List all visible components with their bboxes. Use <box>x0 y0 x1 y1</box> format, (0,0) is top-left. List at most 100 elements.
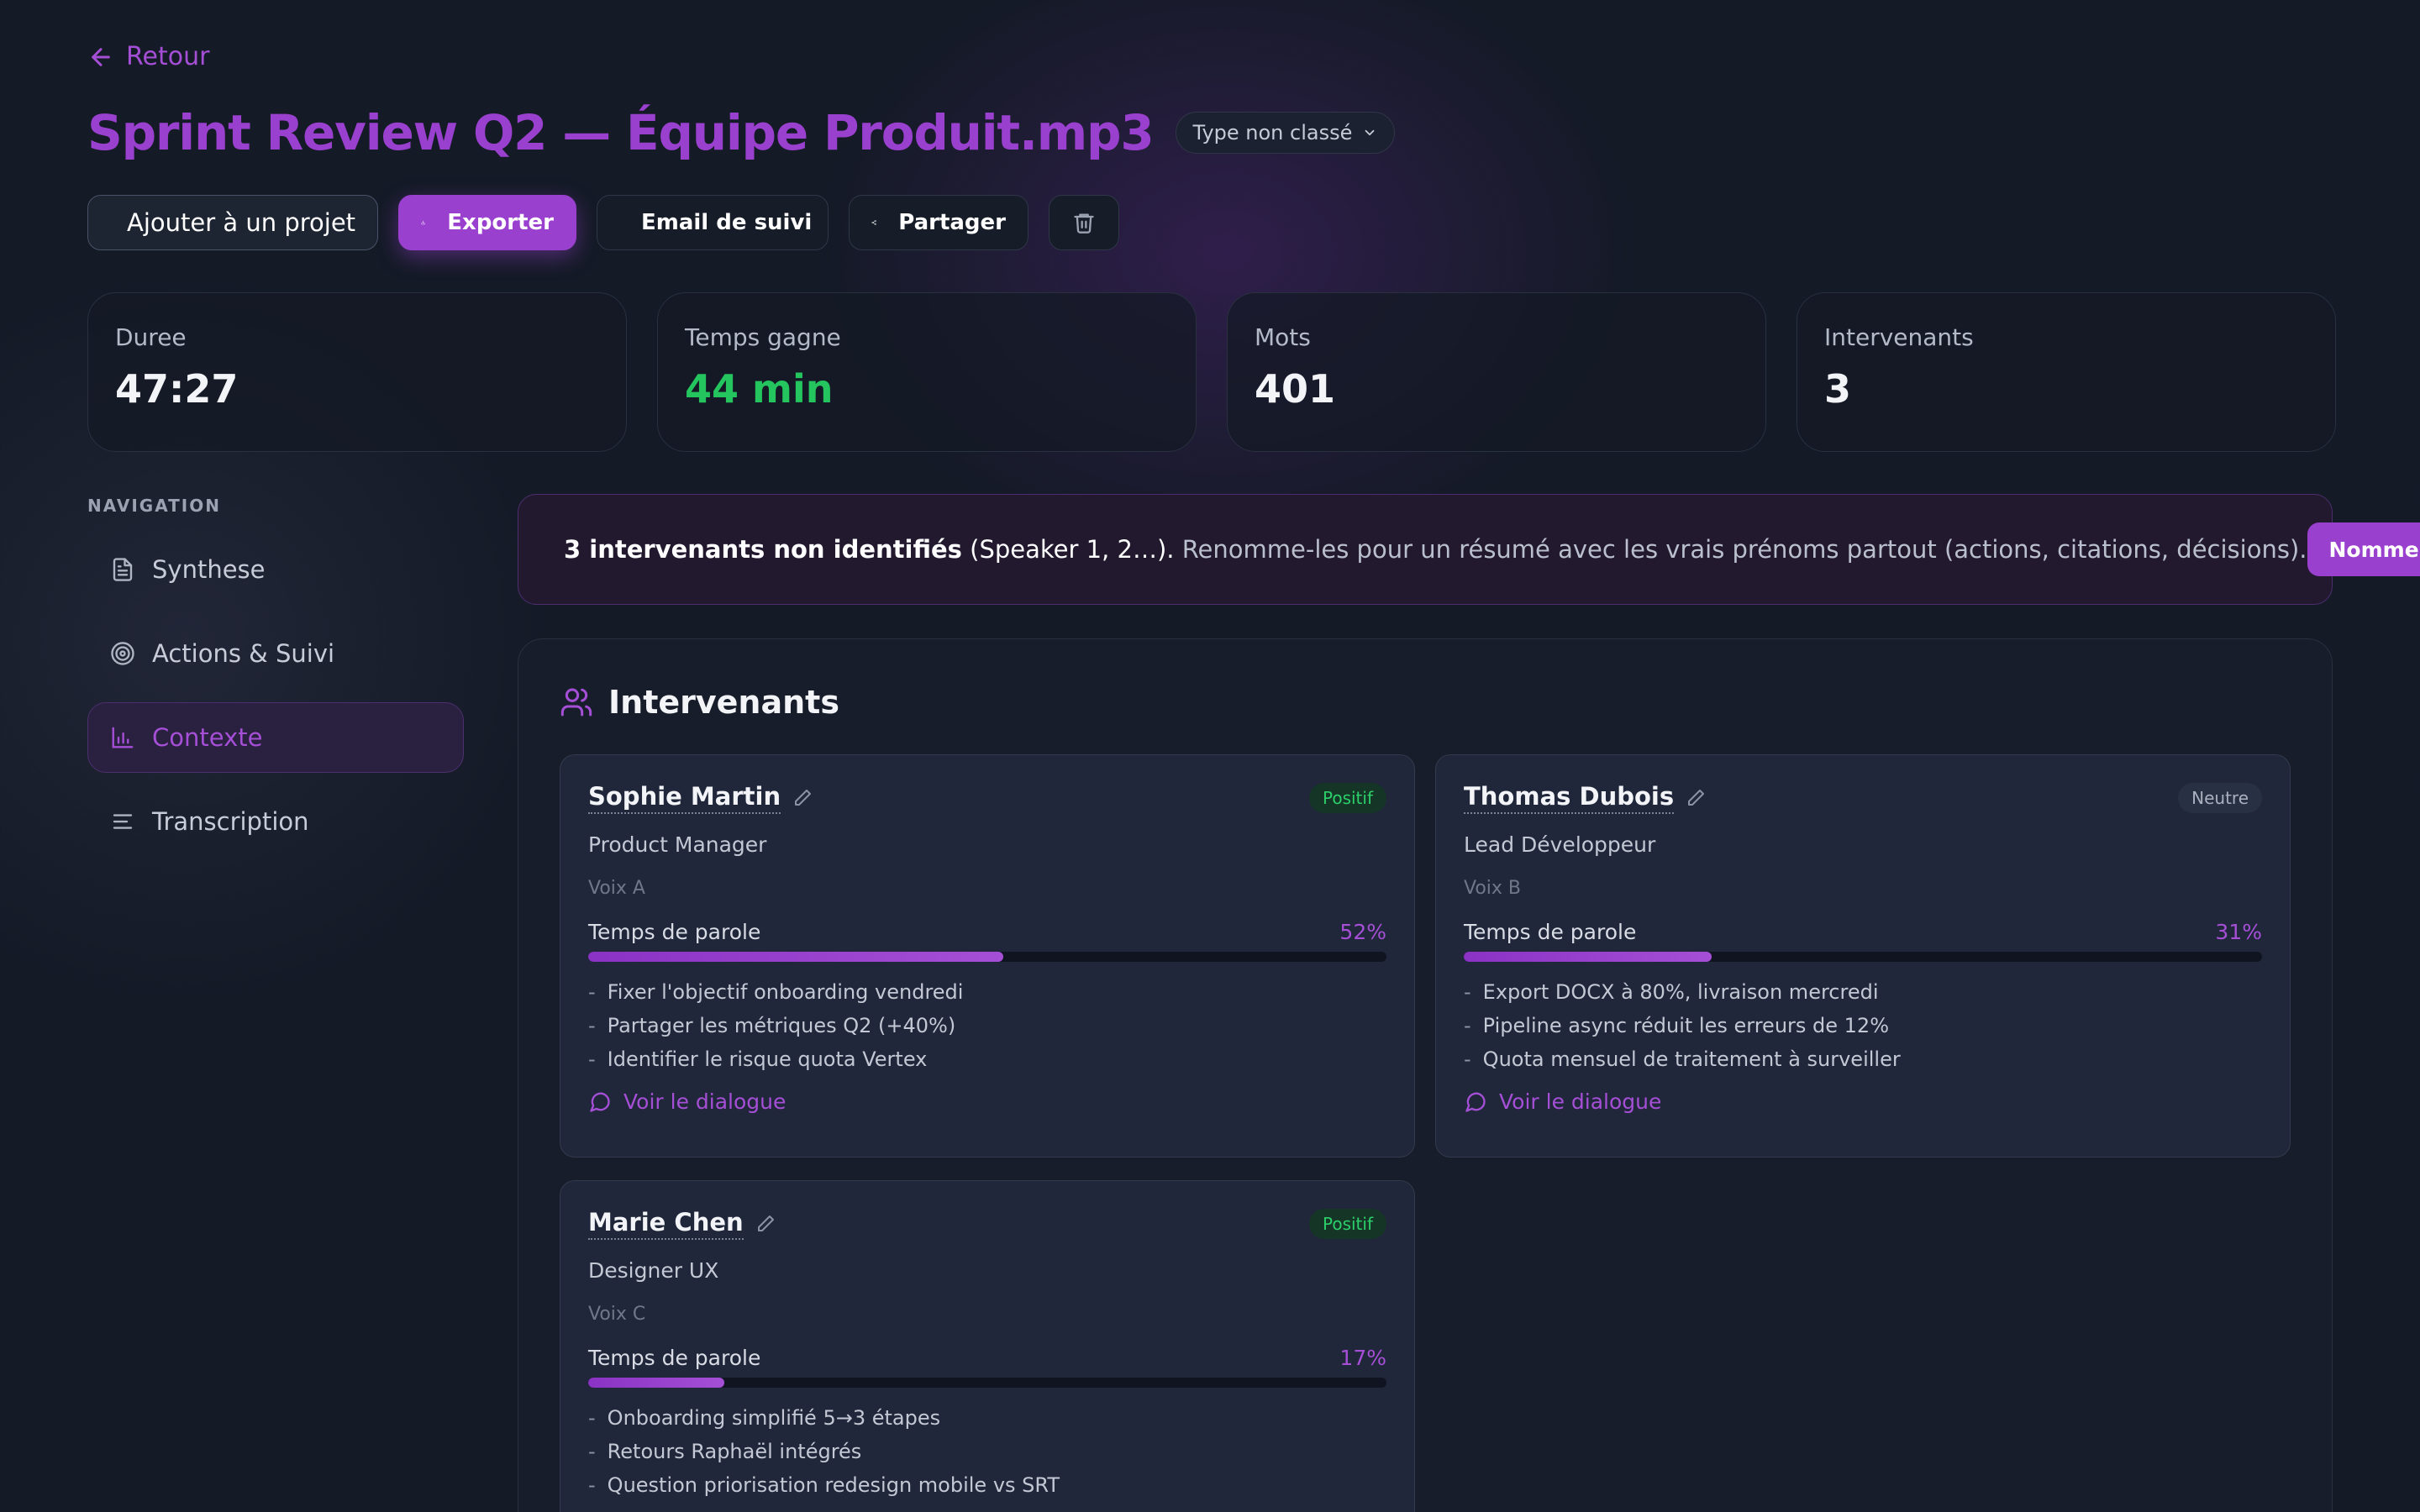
speaker-name-text: Sophie Martin <box>588 782 781 814</box>
follow-up-email-button[interactable]: Email de suivi <box>597 195 829 250</box>
type-select[interactable]: Type non classé <box>1175 112 1396 154</box>
list-item: - Question priorisation redesign mobile v… <box>588 1468 1386 1502</box>
dash-icon: - <box>588 1047 596 1071</box>
speaker-name-text: Thomas Dubois <box>1464 782 1675 814</box>
action-toolbar: Ajouter à un projet Exporter Email de su… <box>87 195 1119 250</box>
dash-icon: - <box>588 1473 596 1497</box>
share-icon <box>871 220 876 225</box>
nav-item-transcription[interactable]: Transcription <box>87 786 464 857</box>
export-button[interactable]: Exporter <box>398 195 576 250</box>
back-link[interactable]: Retour <box>87 42 209 71</box>
panel-title: Intervenants <box>560 684 839 721</box>
target-icon <box>111 642 134 665</box>
talk-time-label: Temps de parole <box>1464 920 1637 944</box>
stat-card-speakers: Intervenants 3 <box>1797 292 2336 452</box>
speaker-card-header: Thomas Dubois Neutre <box>1464 782 2262 814</box>
speaker-name[interactable]: Sophie Martin <box>588 782 813 814</box>
banner-bold: 3 intervenants non identifiés <box>564 535 962 564</box>
list-item: - Identifier le risque quota Vertex <box>588 1042 1386 1076</box>
pencil-icon[interactable] <box>755 1214 776 1234</box>
list-item: - Quota mensuel de traitement à surveille… <box>1464 1042 2262 1076</box>
talk-time-bar <box>1464 952 2262 962</box>
chevron-down-icon <box>1365 129 1375 136</box>
message-circle-icon <box>1465 1092 1486 1112</box>
stat-label: Duree <box>115 323 187 351</box>
nav-item-actions[interactable]: Actions & Suivi <box>87 618 464 689</box>
nav-item-contexte[interactable]: Contexte <box>87 702 464 773</box>
point-text: Question priorisation redesign mobile vs… <box>607 1473 1060 1497</box>
talk-time-label: Temps de parole <box>588 1346 761 1370</box>
point-text: Partager les métriques Q2 (+40%) <box>607 1014 956 1037</box>
banner-rest: Renomme-les pour un résumé avec les vrai… <box>1174 535 2307 564</box>
talk-time-percent: 31% <box>2215 920 2262 944</box>
view-dialogue-link[interactable]: Voir le dialogue <box>588 1089 786 1114</box>
stat-card-duration: Duree 47:27 <box>87 292 627 452</box>
export-label: Exporter <box>447 210 554 235</box>
speaker-name[interactable]: Thomas Dubois <box>1464 782 1706 814</box>
view-dialogue-label: Voir le dialogue <box>1499 1089 1662 1114</box>
talk-time-bar <box>588 952 1386 962</box>
pencil-icon[interactable] <box>792 788 813 808</box>
add-to-project-button[interactable]: Ajouter à un projet <box>87 195 378 250</box>
list-item: - Retours Raphaël intégrés <box>588 1435 1386 1468</box>
stat-label: Intervenants <box>1824 323 1974 351</box>
banner-highlight: (Speaker 1, 2…). <box>961 535 1175 564</box>
pencil-icon[interactable] <box>1686 788 1706 808</box>
view-dialogue-label: Voir le dialogue <box>623 1089 786 1114</box>
talk-time-fill <box>1464 952 1712 962</box>
view-dialogue-link[interactable]: Voir le dialogue <box>1464 1089 1661 1114</box>
share-button[interactable]: Partager <box>849 195 1028 250</box>
talk-time-percent: 17% <box>1339 1346 1386 1370</box>
banner-message: 3 intervenants non identifiés (Speaker 1… <box>564 535 2307 564</box>
back-label: Retour <box>126 42 210 71</box>
speaker-card: Sophie Martin Positif Product Manager Vo… <box>560 754 1415 1158</box>
speaker-card-header: Sophie Martin Positif <box>588 782 1386 814</box>
dash-icon: - <box>1464 1047 1471 1071</box>
nav-item-label: Contexte <box>152 723 263 752</box>
nav-item-synthese[interactable]: Synthese <box>87 534 464 605</box>
stat-value: 47:27 <box>115 366 239 412</box>
point-text: Retours Raphaël intégrés <box>607 1440 862 1463</box>
name-speakers-button[interactable]: Nommer <box>2307 522 2420 576</box>
arrow-left-icon <box>92 47 110 66</box>
unidentified-speakers-banner: 3 intervenants non identifiés (Speaker 1… <box>518 494 2420 605</box>
speaker-name[interactable]: Marie Chen <box>588 1208 776 1240</box>
stats-row: Duree 47:27 Temps gagne 44 min Mots 401 … <box>87 292 2336 452</box>
sentiment-badge: Neutre <box>2178 783 2262 813</box>
talk-time-fill <box>588 1378 724 1388</box>
speaker-points: - Export DOCX à 80%, livraison mercredi -… <box>1464 975 2262 1076</box>
title-row: Sprint Review Q2 — Équipe Produit.mp3 Ty… <box>87 104 1396 161</box>
point-text: Pipeline async réduit les erreurs de 12% <box>1482 1014 1889 1037</box>
speaker-card-header: Marie Chen Positif <box>588 1208 1386 1240</box>
list-item: - Fixer l'objectif onboarding vendredi <box>588 975 1386 1009</box>
stat-card-words: Mots 401 <box>1227 292 1766 452</box>
speaker-role: Lead Développeur <box>1464 832 1656 857</box>
stat-card-time-saved: Temps gagne 44 min <box>657 292 1197 452</box>
talk-time-percent: 52% <box>1339 920 1386 944</box>
list-item: - Export DOCX à 80%, livraison mercredi <box>1464 975 2262 1009</box>
panel-title-text: Intervenants <box>608 684 839 721</box>
dash-icon: - <box>588 980 596 1004</box>
download-icon <box>421 220 425 225</box>
speaker-points: - Fixer l'objectif onboarding vendredi -P… <box>588 975 1386 1076</box>
dash-icon: - <box>588 1440 596 1463</box>
list-item: - Partager les métriques Q2 (+40%) <box>588 1009 1386 1042</box>
speaker-voice: Voix B <box>1464 878 1522 899</box>
sidebar-nav: Synthese Actions & Suivi Contexte Transc… <box>87 534 464 870</box>
speaker-voice: Voix C <box>588 1304 646 1325</box>
page-title: Sprint Review Q2 — Équipe Produit.mp3 <box>87 104 1155 161</box>
dash-icon: - <box>1464 1014 1471 1037</box>
speaker-card: Thomas Dubois Neutre Lead Développeur Vo… <box>1435 754 2291 1158</box>
delete-button[interactable] <box>1049 195 1119 250</box>
nav-item-label: Actions & Suivi <box>152 639 335 668</box>
users-icon <box>560 688 592 717</box>
message-circle-icon <box>590 1092 610 1112</box>
nav-item-label: Synthese <box>152 555 266 584</box>
trash-icon <box>1074 213 1094 234</box>
stat-value: 44 min <box>685 366 834 412</box>
list-item: - Pipeline async réduit les erreurs de 12… <box>1464 1009 2262 1042</box>
follow-up-email-label: Email de suivi <box>641 210 813 235</box>
dash-icon: - <box>588 1014 596 1037</box>
stat-value: 401 <box>1255 366 1336 412</box>
point-text: Fixer l'objectif onboarding vendredi <box>607 980 964 1004</box>
